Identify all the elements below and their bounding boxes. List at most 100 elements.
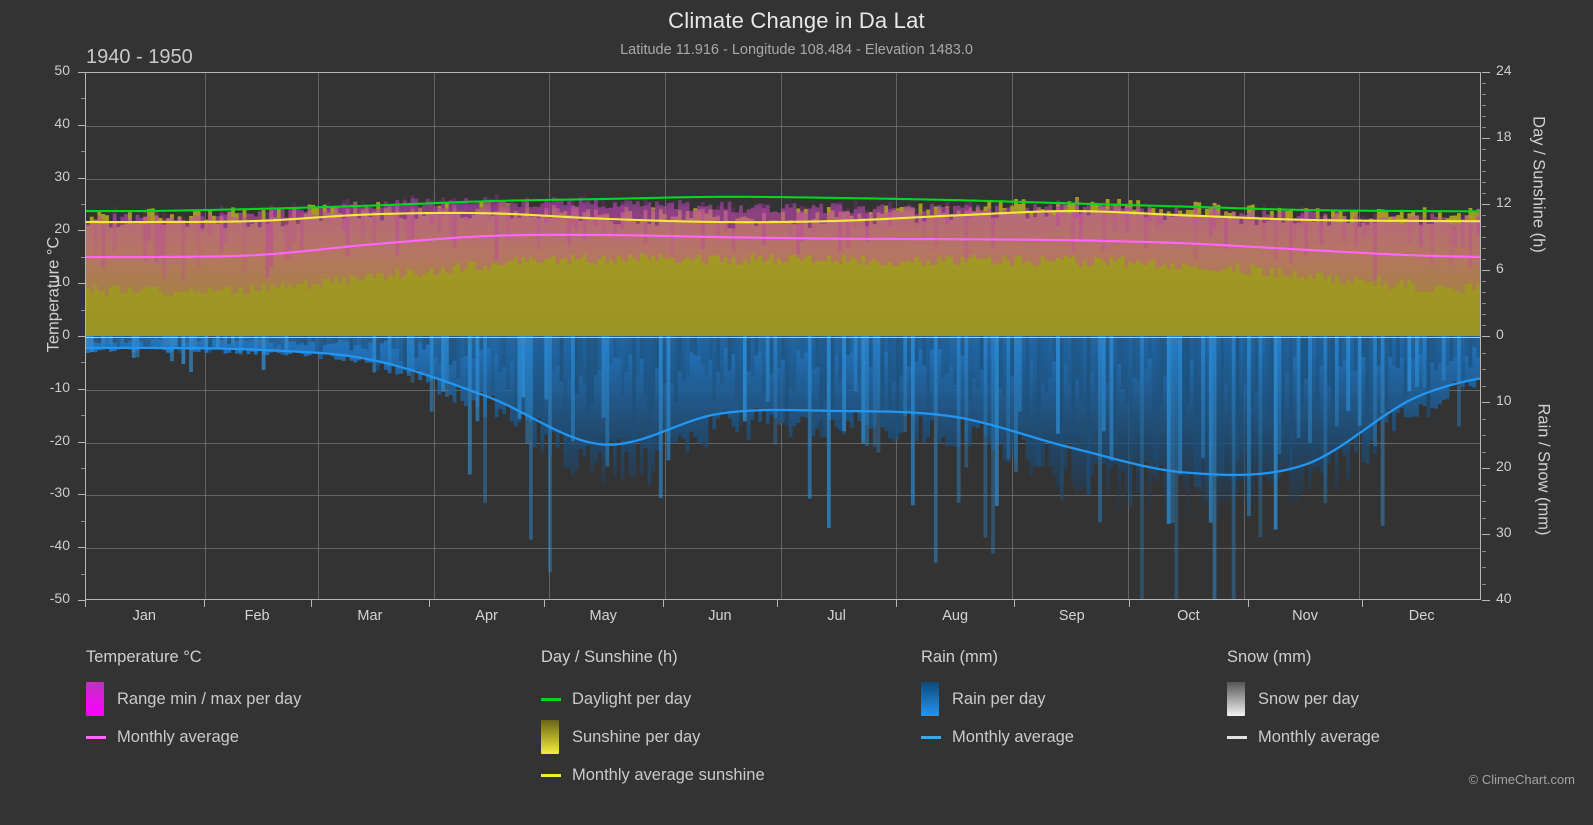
rain-daily-bar [315, 336, 319, 353]
temperature-daily-tick [731, 207, 736, 251]
y-tick-minor-right-top [1482, 193, 1486, 194]
legend-item[interactable]: Sunshine per day [541, 718, 765, 756]
rain-daily-bar [1327, 336, 1332, 387]
temperature-daily-tick [1304, 210, 1309, 256]
rain-daily-bar [1464, 336, 1469, 356]
rain-daily-bar [1220, 336, 1225, 475]
x-tick-jul: Jul [827, 608, 846, 624]
rain-daily-bar [758, 336, 762, 352]
y-tick-minor-right-top [1482, 248, 1486, 249]
rain-daily-bar [872, 336, 877, 447]
legend-item[interactable]: Daylight per day [541, 680, 765, 718]
rain-daily-bar [582, 336, 587, 384]
rain-daily-bar [1113, 336, 1118, 447]
legend-item[interactable]: Monthly average [921, 718, 1074, 756]
temperature-daily-tick [143, 208, 148, 261]
y-tick-mark-left [78, 283, 85, 285]
rain-daily-bar [849, 336, 854, 352]
temperature-daily-tick [914, 208, 919, 230]
rain-daily-bar [1128, 336, 1133, 507]
page-title: Climate Change in Da Lat [668, 8, 925, 33]
rain-daily-bar [616, 336, 621, 358]
legend-item[interactable]: Range min / max per day [86, 680, 301, 718]
y-tick-minor-left [81, 415, 85, 417]
rain-daily-bar [1418, 336, 1423, 354]
rain-daily-bar [987, 336, 992, 384]
rain-daily-bar [540, 336, 545, 453]
x-tick-nov: Nov [1292, 608, 1318, 624]
rain-daily-bar [509, 336, 514, 362]
temperature-daily-tick [242, 215, 247, 273]
rain-daily-bar [1205, 336, 1209, 500]
y-tick-mark-left [78, 177, 85, 179]
legend-item[interactable]: Rain per day [921, 680, 1074, 718]
temperature-daily-tick [700, 202, 705, 249]
legend-item[interactable]: Snow per day [1227, 680, 1380, 718]
rain-daily-bar [731, 336, 736, 355]
legend-item[interactable]: Monthly average [1227, 718, 1380, 756]
rain-daily-bar [1231, 336, 1236, 599]
rain-daily-bar [1441, 336, 1446, 381]
rain-daily-bar [643, 336, 648, 395]
rain-daily-bar [551, 336, 556, 372]
rain-daily-bar [754, 336, 759, 356]
y-tick-mark-right-top [1482, 204, 1490, 205]
legend-line-icon [921, 735, 941, 739]
rain-daily-bar [1258, 336, 1263, 538]
rain-daily-bar [1468, 336, 1473, 368]
y-tick-minor-right-top [1482, 292, 1486, 293]
y-tick-mark-right-top [1482, 270, 1490, 271]
y-tick-minor-right-bottom [1482, 583, 1486, 585]
rain-daily-bar [1163, 336, 1167, 377]
temperature-daily-tick [288, 208, 293, 259]
rain-daily-bar [888, 336, 892, 410]
rain-daily-bar [1457, 336, 1461, 427]
legend-swatch-icon [1227, 682, 1245, 716]
rain-daily-bar [956, 336, 961, 503]
temperature-daily-tick [269, 205, 274, 267]
y-tick-mark-right-bottom [1482, 402, 1490, 403]
temperature-daily-tick [1342, 209, 1347, 245]
rain-daily-bar [422, 336, 426, 350]
temperature-daily-tick [1353, 213, 1358, 248]
temperature-daily-tick [101, 219, 106, 270]
legend-item[interactable]: Monthly average [86, 718, 301, 756]
legend-swatch-icon [541, 720, 559, 754]
rain-daily-bar [1086, 336, 1091, 496]
rain-daily-bar [834, 336, 839, 356]
rain-daily-bar [677, 336, 682, 372]
legend-item[interactable]: Monthly average sunshine [541, 756, 765, 794]
rain-daily-bar [1426, 336, 1431, 418]
rain-daily-bar [571, 336, 575, 442]
rain-daily-bar [441, 336, 445, 392]
rain-daily-bar [884, 336, 889, 352]
rain-daily-bar [1239, 336, 1244, 454]
y-tick-mark-right-top [1482, 138, 1490, 139]
rain-daily-bar [1243, 336, 1248, 385]
chart-plot-area [85, 72, 1481, 600]
rain-daily-bar [1476, 336, 1480, 358]
rain-daily-bar [1392, 336, 1396, 366]
rain-daily-bar [1277, 336, 1282, 455]
rain-daily-bar [1269, 336, 1274, 418]
temperature-daily-tick [865, 210, 869, 242]
rain-daily-bar [1266, 336, 1270, 419]
y-tick-left-50: 50 [54, 62, 70, 78]
y-tick-mark-left [78, 336, 85, 337]
rain-daily-bar [1052, 336, 1057, 362]
y-tick-minor-right-top [1482, 325, 1486, 326]
y-tick-mark-left [78, 72, 85, 73]
temperature-daily-tick [796, 212, 801, 255]
legend-group-title: Temperature °C [86, 648, 202, 666]
y-tick-minor-right-bottom [1482, 369, 1486, 370]
temperature-daily-tick [945, 202, 950, 224]
y-tick-mark-left [78, 600, 85, 601]
rain-daily-bar [597, 336, 602, 371]
rain-daily-bar [1033, 336, 1037, 467]
rain-daily-bar [781, 336, 785, 360]
rain-daily-bar [89, 336, 94, 352]
rain-daily-bar [994, 336, 999, 506]
y-tick-mark-left [78, 547, 85, 549]
y-tick-mark-left [78, 388, 85, 390]
rain-daily-bar [784, 336, 789, 426]
